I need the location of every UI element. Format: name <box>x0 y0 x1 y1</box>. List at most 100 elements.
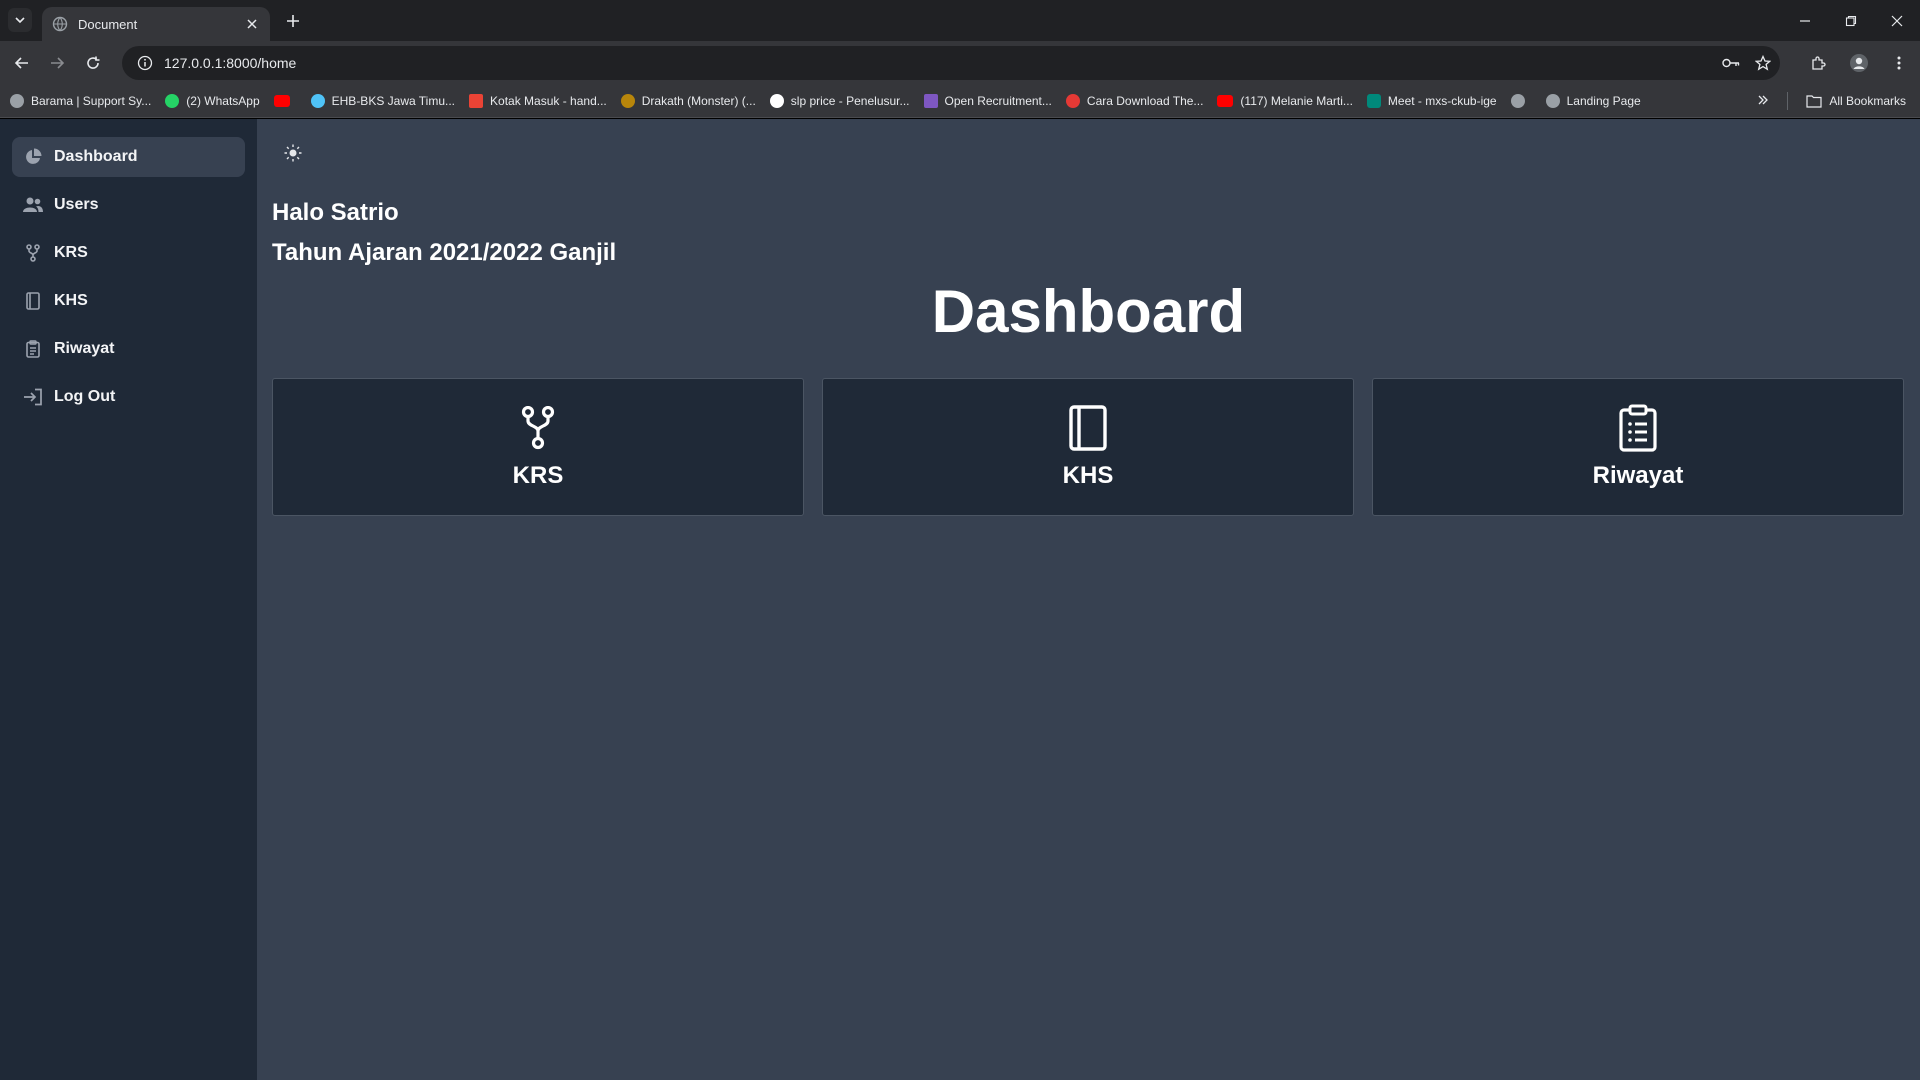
card-krs[interactable]: KRS <box>272 378 804 516</box>
sidebar-item-krs[interactable]: KRS <box>12 233 245 273</box>
minimize-button[interactable] <box>1782 0 1828 41</box>
bookmark-item[interactable]: Barama | Support Sy... <box>10 93 152 108</box>
more-vert-icon <box>1897 56 1901 70</box>
bookmark-label: Cara Download The... <box>1086 93 1204 108</box>
bookmarks-bar: Barama | Support Sy... (2) WhatsApp EHB-… <box>0 84 1920 118</box>
reload-icon <box>87 56 100 69</box>
clipboard-icon <box>22 338 44 360</box>
close-tab-icon[interactable] <box>244 16 260 32</box>
card-khs[interactable]: KHS <box>822 378 1354 516</box>
sidebar-item-label: Log Out <box>54 388 116 405</box>
bookmark-label: Kotak Masuk - hand... <box>490 93 607 108</box>
all-bookmarks-button[interactable]: All Bookmarks <box>1806 94 1906 108</box>
sidebar-item-logout[interactable]: Log Out <box>12 377 245 417</box>
bookmark-item[interactable]: EHB-BKS Jawa Timu... <box>310 93 456 108</box>
globe-icon <box>1510 93 1525 108</box>
bookmarks-bar-right: All Bookmarks <box>1757 84 1906 118</box>
chevron-down-icon <box>15 17 25 24</box>
bookmark-item[interactable] <box>273 94 297 107</box>
globe-icon <box>1545 93 1560 108</box>
theme-toggle-button[interactable] <box>281 141 305 165</box>
address-bar[interactable]: 127.0.0.1:8000/home <box>122 46 1780 80</box>
bookmark-label: (2) WhatsApp <box>186 93 260 108</box>
academic-year-text: Tahun Ajaran 2021/2022 Ganjil <box>272 239 617 266</box>
tab-search-button[interactable] <box>8 8 32 32</box>
browser-toolbar: 127.0.0.1:8000/home <box>0 41 1920 84</box>
favicon-icon <box>10 93 24 108</box>
close-window-button[interactable] <box>1874 0 1920 41</box>
restore-button[interactable] <box>1828 0 1874 41</box>
card-riwayat[interactable]: Riwayat <box>1372 378 1904 516</box>
bookmark-label: Barama | Support Sy... <box>31 93 152 108</box>
bookmark-label: Open Recruitment... <box>944 93 1052 108</box>
window-controls <box>1782 0 1920 41</box>
profile-button[interactable] <box>1846 50 1872 76</box>
book-icon <box>22 290 44 312</box>
bookmark-label: EHB-BKS Jawa Timu... <box>331 93 456 108</box>
sidebar: Dashboard Users KRS KHS Riwayat Log Out <box>0 119 257 1080</box>
folder-icon <box>1806 95 1822 108</box>
sidebar-item-riwayat[interactable]: Riwayat <box>12 329 245 369</box>
bookmark-label: Landing Page <box>1566 93 1641 108</box>
sidebar-item-label: Riwayat <box>54 340 115 357</box>
app-root: Dashboard Users KRS KHS Riwayat Log Out … <box>0 119 1920 1080</box>
restore-icon <box>1845 15 1857 26</box>
minimize-icon <box>1800 19 1810 22</box>
more-bookmarks-chevron-icon[interactable] <box>1757 94 1769 109</box>
bookmark-item[interactable]: slp price - Penelusur... <box>769 93 910 108</box>
greeting-text: Halo Satrio <box>272 199 399 226</box>
sidebar-item-users[interactable]: Users <box>12 185 245 225</box>
bookmark-item[interactable] <box>1510 93 1532 108</box>
password-key-icon[interactable] <box>1716 57 1746 69</box>
google-icon <box>769 93 784 108</box>
logout-icon <box>22 386 44 408</box>
sidebar-item-khs[interactable]: KHS <box>12 281 245 321</box>
browser-tab[interactable]: Document <box>42 7 270 41</box>
url-text[interactable]: 127.0.0.1:8000/home <box>164 55 1716 71</box>
bookmark-label: (117) Melanie Marti... <box>1240 93 1353 108</box>
youtube-icon <box>273 94 290 107</box>
clipboard-icon <box>1616 404 1660 452</box>
whatsapp-icon <box>165 93 180 108</box>
tab-title: Document <box>78 16 138 32</box>
card-label: Riwayat <box>1592 462 1684 489</box>
card-label: KRS <box>512 462 564 489</box>
gmail-icon <box>469 93 484 108</box>
bookmark-item[interactable]: Drakath (Monster) (... <box>620 93 756 108</box>
dashboard-cards: KRS KHS Riwayat <box>272 378 1904 516</box>
extensions-button[interactable] <box>1806 50 1832 76</box>
favicon-icon <box>620 93 635 108</box>
puzzle-icon <box>1812 56 1826 70</box>
back-button[interactable] <box>9 50 35 76</box>
close-icon <box>1891 15 1903 26</box>
bookmark-item[interactable]: Cara Download The... <box>1065 93 1204 108</box>
bookmark-item[interactable]: (2) WhatsApp <box>165 93 260 108</box>
forward-button[interactable] <box>44 50 70 76</box>
favicon-icon <box>310 93 325 108</box>
new-tab-button[interactable] <box>282 10 304 32</box>
main-content: Halo Satrio Tahun Ajaran 2021/2022 Ganji… <box>257 119 1920 1080</box>
favicon-icon <box>1065 93 1080 108</box>
bookmark-label: slp price - Penelusur... <box>790 93 910 108</box>
browser-tabstrip: Document <box>0 0 1920 41</box>
divider <box>1787 92 1789 110</box>
bookmark-item[interactable]: Meet - mxs-ckub-ige <box>1366 93 1497 108</box>
reload-button[interactable] <box>80 50 106 76</box>
youtube-icon <box>1217 94 1234 107</box>
sidebar-item-dashboard[interactable]: Dashboard <box>12 137 245 177</box>
bookmark-star-icon[interactable] <box>1748 55 1778 71</box>
bookmark-item[interactable]: Open Recruitment... <box>923 93 1052 108</box>
bookmark-label: Meet - mxs-ckub-ige <box>1387 93 1497 108</box>
bookmark-item[interactable]: Kotak Masuk - hand... <box>469 93 607 108</box>
menu-button[interactable] <box>1886 50 1912 76</box>
arrow-right-icon <box>51 57 65 69</box>
bookmark-item[interactable]: Landing Page <box>1545 93 1641 108</box>
sidebar-item-label: Users <box>54 196 99 213</box>
sun-icon <box>284 144 302 162</box>
all-bookmarks-label: All Bookmarks <box>1829 94 1906 108</box>
forms-icon <box>923 93 938 108</box>
sidebar-item-label: KRS <box>54 244 88 261</box>
bookmark-item[interactable]: (117) Melanie Marti... <box>1217 93 1353 108</box>
site-info-icon[interactable] <box>130 55 160 71</box>
fork-icon <box>22 242 44 264</box>
